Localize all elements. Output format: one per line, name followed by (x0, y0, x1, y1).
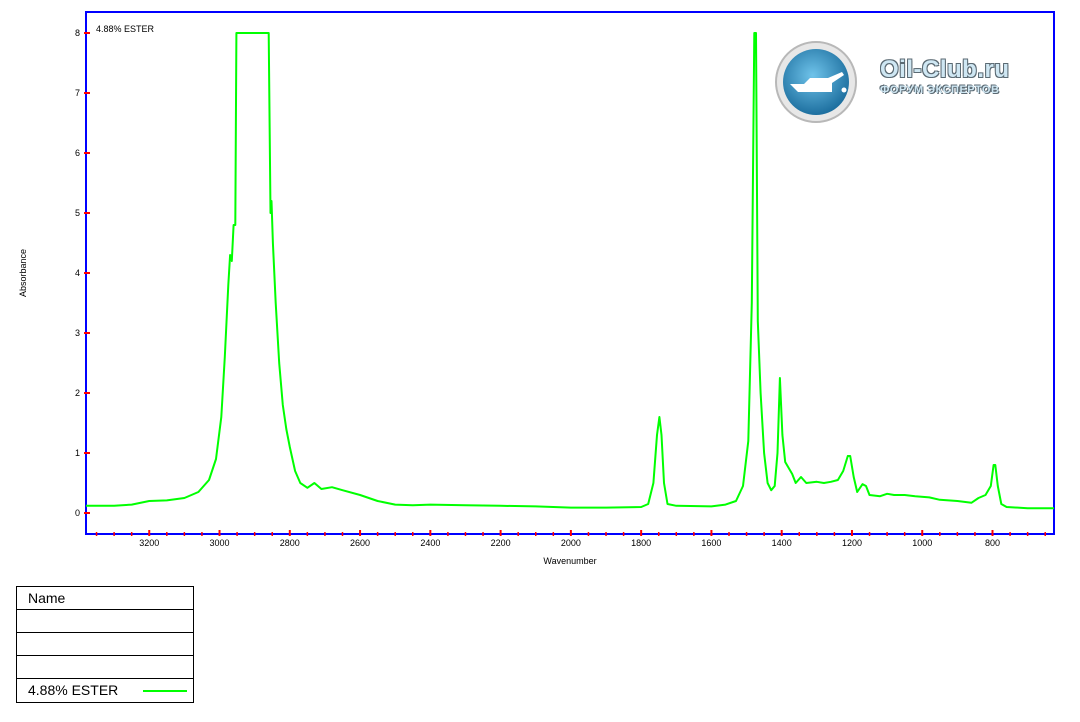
logo-subtitle: ФОРУМ ЭКСПЕРТОВ (880, 84, 1000, 96)
x-tick-label: 1800 (631, 538, 651, 548)
legend-table: Name 4.88% ESTER (16, 586, 194, 703)
x-tick-label: 2400 (420, 538, 440, 548)
plot-inline-label: 4.88% ESTER (96, 24, 155, 34)
x-tick-label: 2000 (561, 538, 581, 548)
x-tick-label: 3000 (210, 538, 230, 548)
x-tick-label: 1400 (772, 538, 792, 548)
legend-entry-label: 4.88% ESTER (28, 682, 119, 698)
y-tick-label: 0 (75, 508, 80, 518)
logo-title: Oil-Club.ru (880, 56, 1010, 83)
x-tick-label: 2600 (350, 538, 370, 548)
y-tick-label: 4 (75, 268, 80, 278)
y-tick-label: 2 (75, 388, 80, 398)
x-tick-label: 1000 (912, 538, 932, 548)
y-tick-label: 1 (75, 448, 80, 458)
y-axis-title: Absorbance (18, 249, 28, 297)
y-tick-label: 3 (75, 328, 80, 338)
legend-empty-row (17, 633, 193, 656)
y-tick-label: 6 (75, 148, 80, 158)
x-axis-ticks: 3200 3000 2800 2600 2400 2200 2000 1800 1600 1400… (95, 530, 1046, 548)
y-tick-label: 8 (75, 28, 80, 38)
x-tick-label: 2800 (280, 538, 300, 548)
x-tick-label: 2200 (491, 538, 511, 548)
y-tick-label: 7 (75, 88, 80, 98)
oil-can-icon (775, 41, 857, 123)
x-axis-title: Wavenumber (543, 556, 596, 566)
legend-entry-swatch (143, 690, 187, 692)
oil-club-logo: Oil-Club.ru ФОРУМ ЭКСПЕРТОВ (770, 40, 1038, 126)
y-tick-label: 5 (75, 208, 80, 218)
legend-header: Name (17, 587, 193, 610)
legend-entry: 4.88% ESTER (17, 679, 193, 702)
x-tick-label: 1600 (701, 538, 721, 548)
x-tick-label: 3200 (139, 538, 159, 548)
x-tick-label: 800 (985, 538, 1000, 548)
legend-empty-row (17, 656, 193, 679)
y-axis-ticks: 0 1 2 3 4 5 6 7 8 (75, 28, 90, 518)
legend-empty-row (17, 610, 193, 633)
x-tick-label: 1200 (842, 538, 862, 548)
